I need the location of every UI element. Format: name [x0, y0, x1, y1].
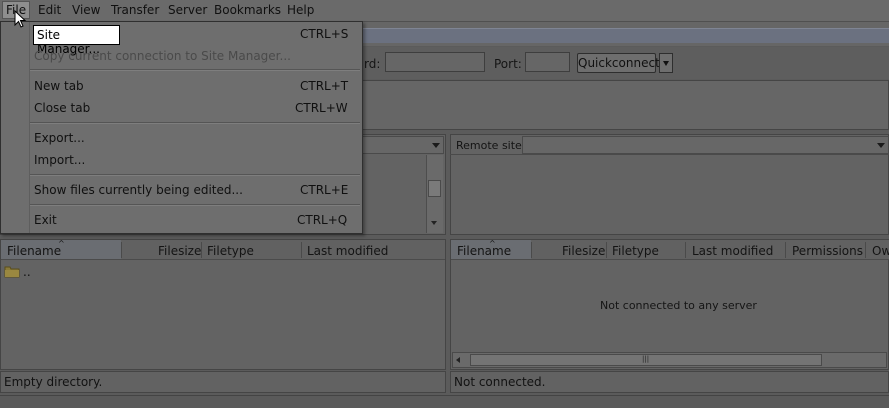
header-separator	[531, 242, 532, 258]
remote-col-owner[interactable]: Ow	[872, 244, 889, 258]
menu-edit[interactable]: Edit	[38, 3, 61, 17]
header-separator	[685, 242, 686, 258]
local-col-filetype[interactable]: Filetype	[207, 244, 254, 258]
scrollbar-thumb[interactable]	[428, 180, 441, 197]
header-separator	[606, 242, 607, 258]
remote-col-filename[interactable]: Filename	[457, 244, 511, 258]
sort-asc-icon: ^	[489, 239, 496, 248]
local-col-filename[interactable]: Filename	[7, 244, 61, 258]
remote-empty-message: Not connected to any server	[600, 299, 757, 312]
local-col-lastmodified[interactable]: Last modified	[307, 244, 388, 258]
quickconnect-dropdown-button[interactable]	[659, 53, 673, 73]
local-site-combo[interactable]	[360, 136, 444, 154]
header-separator	[201, 242, 202, 258]
scroll-left-icon[interactable]	[456, 357, 460, 363]
grip-icon: |||	[642, 355, 650, 363]
menu-item-import[interactable]: Import...	[34, 153, 85, 167]
remote-divider	[450, 154, 889, 155]
chevron-down-icon	[432, 143, 440, 148]
menu-separator	[30, 204, 360, 206]
remote-site-combo[interactable]	[522, 136, 889, 154]
port-input[interactable]	[525, 52, 570, 72]
menu-help[interactable]: Help	[287, 3, 314, 17]
remote-col-filesize[interactable]: Filesize	[562, 244, 605, 258]
toolbar-strip	[360, 28, 889, 43]
remote-site-label: Remote site:	[456, 139, 526, 152]
menu-item-copy-connection[interactable]: Copy current connection to Site Manager.…	[34, 49, 291, 63]
menu-item-new-tab[interactable]: New tab	[34, 79, 84, 93]
password-input[interactable]	[385, 52, 485, 72]
menu-server[interactable]: Server	[168, 3, 207, 17]
shortcut-new-tab: CTRL+T	[300, 79, 349, 93]
shortcut-site-manager: CTRL+S	[300, 27, 349, 41]
menu-item-show-edited-files[interactable]: Show files currently being edited...	[34, 183, 243, 197]
menu-item-export[interactable]: Export...	[34, 131, 85, 145]
mouse-cursor-icon	[14, 10, 27, 28]
header-separator	[121, 242, 122, 258]
remote-col-permissions[interactable]: Permissions	[792, 244, 863, 258]
scroll-down-icon[interactable]	[431, 221, 437, 225]
local-tree-scrollbar[interactable]	[426, 155, 443, 233]
shortcut-close-tab: CTRL+W	[295, 101, 348, 115]
quickconnect-button[interactable]: Quickconnect	[577, 53, 660, 73]
menu-separator	[30, 174, 360, 176]
local-status-text: Empty directory.	[4, 375, 103, 389]
folder-icon	[4, 266, 20, 278]
menu-item-site-manager[interactable]: Site Manager...	[33, 25, 120, 56]
queue-tabs-bar	[0, 395, 889, 408]
remote-col-lastmodified[interactable]: Last modified	[692, 244, 773, 258]
list-item-name: ..	[23, 265, 31, 279]
local-col-filesize[interactable]: Filesize	[158, 244, 201, 258]
local-list-header: Filename ^ Filesize Filetype Last modifi…	[1, 239, 445, 260]
shortcut-exit: CTRL+Q	[297, 213, 348, 227]
menu-separator	[30, 122, 360, 124]
remote-col-filetype[interactable]: Filetype	[612, 244, 659, 258]
password-label: rd:	[364, 57, 381, 71]
header-separator	[301, 242, 302, 258]
chevron-down-icon	[877, 143, 885, 148]
menu-item-close-tab[interactable]: Close tab	[34, 101, 90, 115]
port-label: Port:	[494, 57, 522, 71]
menu-separator	[30, 69, 360, 71]
menu-view[interactable]: View	[72, 3, 100, 17]
header-separator	[865, 242, 866, 258]
menubar: File Edit View Transfer Server Bookmarks…	[0, 0, 889, 22]
menu-item-exit[interactable]: Exit	[34, 213, 57, 227]
remote-status-text: Not connected.	[454, 375, 546, 389]
menu-transfer[interactable]: Transfer	[111, 3, 159, 17]
menu-bookmarks[interactable]: Bookmarks	[214, 3, 281, 17]
shortcut-show-edited-files: CTRL+E	[300, 183, 349, 197]
sort-asc-icon: ^	[58, 239, 65, 248]
header-separator	[785, 242, 786, 258]
remote-list-header: Filename ^ Filesize Filetype Last modifi…	[451, 239, 889, 260]
menu-gutter	[29, 22, 30, 233]
remote-horizontal-scrollbar[interactable]: |||	[452, 352, 887, 368]
